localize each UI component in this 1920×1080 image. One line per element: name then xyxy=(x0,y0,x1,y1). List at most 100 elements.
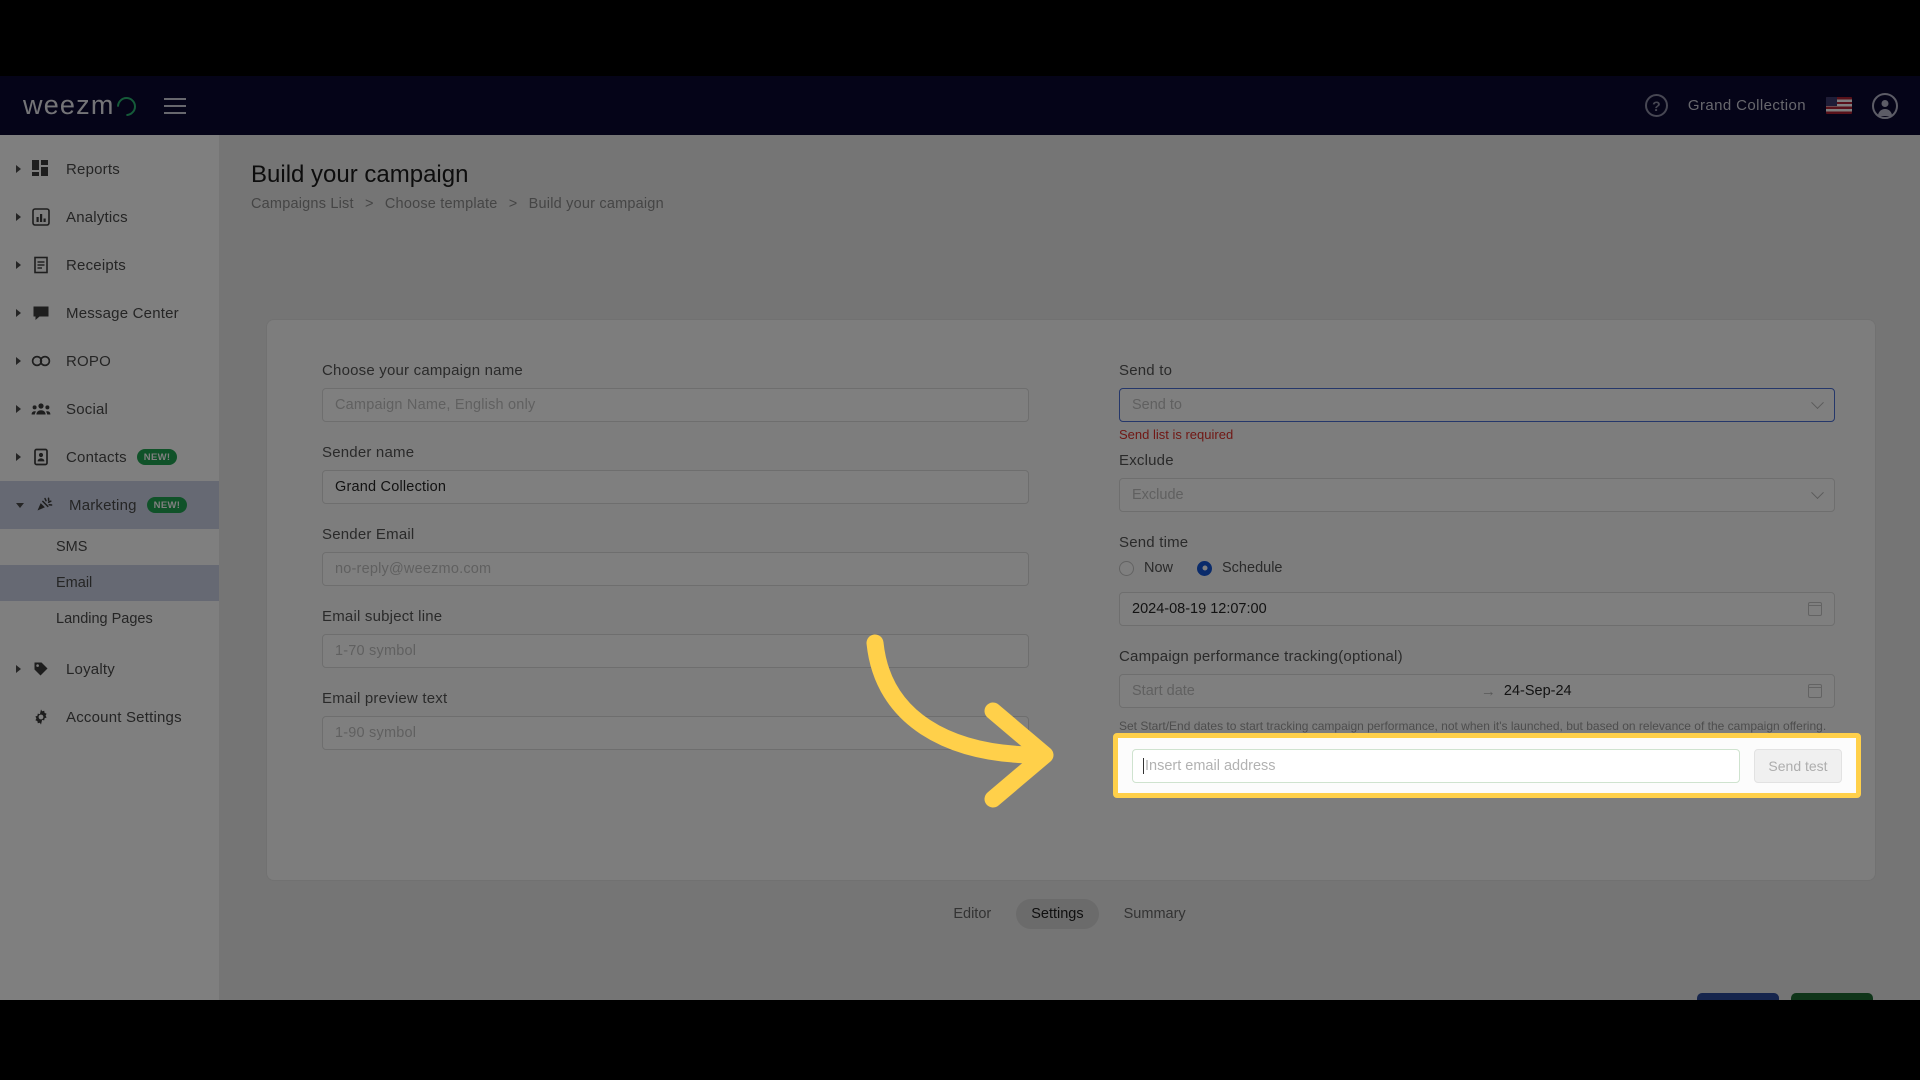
screenshot-stage: weezm ? Grand Collection Reports Analyti… xyxy=(0,0,1920,1080)
help-circle-icon[interactable]: ? xyxy=(1644,94,1668,117)
field-label: Exclude xyxy=(1119,452,1174,469)
field-label: Email subject line xyxy=(322,608,443,625)
sidebar-item-label: Receipts xyxy=(66,256,126,274)
sidebar-subitem-email[interactable]: Email xyxy=(0,565,219,601)
sender-name-input[interactable]: Grand Collection xyxy=(322,470,1029,504)
calendar-icon[interactable] xyxy=(1807,602,1823,616)
breadcrumb: Campaigns List > Choose template > Build… xyxy=(251,196,1920,212)
breadcrumb-item-choose-template[interactable]: Choose template xyxy=(385,196,498,212)
chevron-down-icon xyxy=(1811,485,1824,499)
megaphone-icon xyxy=(33,494,55,516)
sidebar-item-message-center[interactable]: Message Center xyxy=(0,289,219,337)
chevron-right-icon xyxy=(16,213,21,221)
chevron-right-icon xyxy=(16,165,21,173)
field-sender-name: Sender name Grand Collection xyxy=(322,444,1097,504)
tracking-date-range-input[interactable]: Start date → 24-Sep-24 xyxy=(1119,674,1835,708)
tab-settings[interactable]: Settings xyxy=(1016,899,1099,929)
navbar-right-group: ? Grand Collection xyxy=(1644,92,1898,119)
status-badge-new: NEW! xyxy=(136,449,178,465)
test-email-input[interactable]: Insert email address xyxy=(1132,748,1740,783)
chevron-right-icon xyxy=(16,261,21,269)
sidebar-item-label: Social xyxy=(66,400,109,418)
us-flag-icon[interactable] xyxy=(1826,97,1852,114)
account-name-label: Grand Collection xyxy=(1687,97,1806,114)
email-preview-input[interactable]: 1-90 symbol xyxy=(322,716,1029,750)
sidebar-item-label: Contacts xyxy=(66,448,127,466)
account-avatar-icon[interactable] xyxy=(1872,92,1898,119)
sidebar-item-reports[interactable]: Reports xyxy=(0,145,219,193)
field-email-preview: Email preview text 1-90 symbol xyxy=(322,690,1097,750)
form-actions: Save Next xyxy=(1697,993,1873,1000)
logo-text: weezm xyxy=(23,90,115,120)
field-sender-email: Sender Email no-reply@weezmo.com xyxy=(322,526,1097,586)
contact-card-icon xyxy=(30,446,52,468)
radio-now[interactable] xyxy=(1119,560,1134,576)
receipt-icon xyxy=(30,254,52,276)
sender-email-input[interactable]: no-reply@weezmo.com xyxy=(322,552,1029,586)
radio-now-label: Now xyxy=(1144,560,1174,576)
chevron-down-icon xyxy=(16,502,24,508)
save-button[interactable]: Save xyxy=(1697,993,1779,1000)
chevron-right-icon xyxy=(16,665,21,673)
page-title: Build your campaign xyxy=(251,161,469,188)
field-campaign-name: Choose your campaign name Campaign Name,… xyxy=(322,362,1097,422)
send-time-radio-group: Now Schedule xyxy=(1119,560,1835,576)
email-subject-input[interactable]: 1-70 symbol xyxy=(322,634,1029,668)
sidebar-item-marketing[interactable]: Marketing NEW! xyxy=(0,481,219,529)
schedule-datetime-value: 2024-08-19 12:07:00 xyxy=(1132,601,1267,617)
radio-schedule[interactable] xyxy=(1197,560,1213,576)
chevron-right-icon xyxy=(16,405,21,413)
field-label: Choose your campaign name xyxy=(322,362,523,379)
chevron-down-icon xyxy=(1811,395,1824,409)
sidebar-subitem-sms[interactable]: SMS xyxy=(0,529,219,565)
campaign-name-input[interactable]: Campaign Name, English only xyxy=(322,388,1029,422)
sidebar-item-contacts[interactable]: Contacts NEW! xyxy=(0,433,219,481)
step-tabs: Editor Settings Summary xyxy=(219,899,1920,929)
breadcrumb-item-campaigns-list[interactable]: Campaigns List xyxy=(251,196,354,212)
status-badge-new: NEW! xyxy=(146,497,188,513)
sidebar-item-label: Analytics xyxy=(66,208,128,226)
sidebar-item-account-settings[interactable]: Account Settings xyxy=(0,693,219,741)
field-exclude: Exclude Exclude xyxy=(1119,452,1835,512)
field-email-subject: Email subject line 1-70 symbol xyxy=(322,608,1097,668)
tab-editor[interactable]: Editor xyxy=(938,899,1006,929)
radio-schedule-label: Schedule xyxy=(1222,560,1283,576)
bar-chart-icon xyxy=(30,206,52,228)
field-label: Sender name xyxy=(322,444,415,461)
weezmo-logo-o-icon xyxy=(112,93,140,120)
chevron-right-icon xyxy=(16,357,21,365)
breadcrumb-separator: > xyxy=(364,196,374,212)
sidebar-item-social[interactable]: Social xyxy=(0,385,219,433)
field-send-time: Send time Now Schedule 2024-08-19 12:07:… xyxy=(1119,534,1835,626)
tracking-end-date[interactable]: 24-Sep-24 xyxy=(1504,683,1572,699)
send-test-highlight-box: Insert email address Send test xyxy=(1113,733,1861,798)
tracking-start-date[interactable]: Start date xyxy=(1132,683,1195,699)
tab-summary[interactable]: Summary xyxy=(1109,899,1201,929)
next-button[interactable]: Next xyxy=(1791,993,1873,1000)
sidebar-nav: Reports Analytics Receipts Message Cente… xyxy=(0,135,219,1000)
field-label: Campaign performance tracking(optional) xyxy=(1119,648,1403,665)
sidebar-subitem-landing-pages[interactable]: Landing Pages xyxy=(0,601,219,637)
breadcrumb-item-build-your-campaign[interactable]: Build your campaign xyxy=(529,196,664,212)
hamburger-menu-icon[interactable] xyxy=(163,97,186,114)
exclude-select[interactable]: Exclude xyxy=(1119,478,1835,512)
send-to-select[interactable]: Send to xyxy=(1119,388,1835,422)
text-cursor xyxy=(1143,757,1144,774)
chevron-right-icon xyxy=(16,453,21,461)
chat-bubble-icon xyxy=(30,302,52,324)
sidebar-item-ropo[interactable]: ROPO xyxy=(0,337,219,385)
application-viewport: weezm ? Grand Collection Reports Analyti… xyxy=(0,76,1920,1000)
weezmo-logo[interactable]: weezm xyxy=(23,90,140,121)
sidebar-item-receipts[interactable]: Receipts xyxy=(0,241,219,289)
test-email-placeholder: Insert email address xyxy=(1145,757,1276,774)
field-send-to: Send to Send to Send list is required xyxy=(1119,362,1835,442)
sidebar-item-analytics[interactable]: Analytics xyxy=(0,193,219,241)
field-label: Send time xyxy=(1119,534,1189,551)
dashboard-grid-icon xyxy=(30,158,52,180)
send-test-button[interactable]: Send test xyxy=(1754,748,1842,783)
campaign-details-column: Choose your campaign name Campaign Name,… xyxy=(267,320,1097,880)
sidebar-item-loyalty[interactable]: Loyalty xyxy=(0,645,219,693)
schedule-datetime-input[interactable]: 2024-08-19 12:07:00 xyxy=(1119,592,1835,626)
calendar-icon[interactable] xyxy=(1807,684,1823,698)
tag-icon xyxy=(30,658,52,680)
